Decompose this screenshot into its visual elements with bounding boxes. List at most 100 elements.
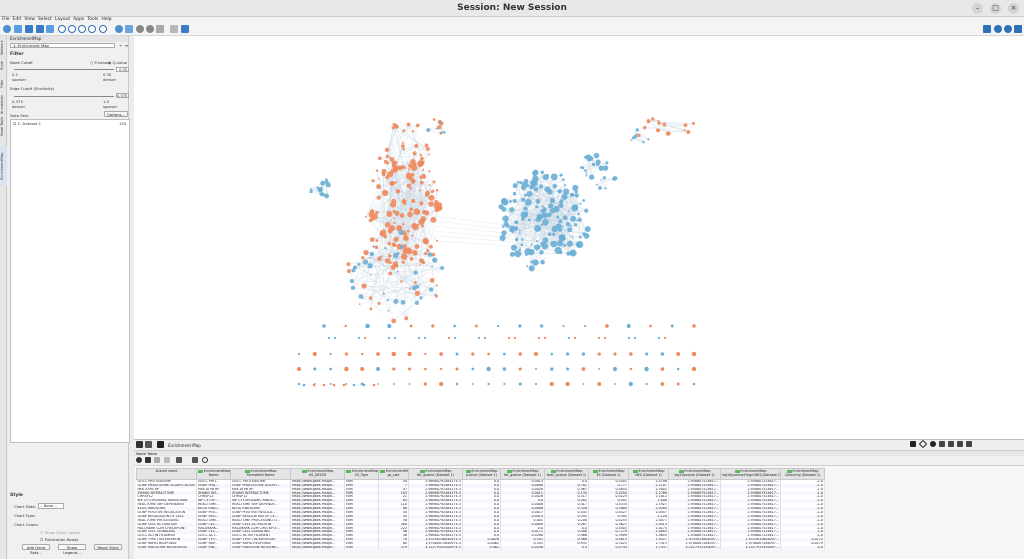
network-node[interactable]	[419, 180, 424, 185]
network-node[interactable]	[393, 123, 398, 128]
network-node[interactable]	[376, 352, 380, 356]
tab-filter[interactable]: Filter	[0, 76, 7, 92]
column-header[interactable]: EnrichmentMap pvalue (Dataset 1)	[462, 468, 501, 480]
network-node[interactable]	[402, 129, 406, 133]
network-node[interactable]	[332, 383, 336, 387]
network-node[interactable]	[324, 193, 330, 199]
network-node[interactable]	[412, 285, 418, 291]
delete-icon[interactable]	[156, 25, 164, 33]
network-node[interactable]	[368, 296, 373, 300]
network-node[interactable]	[559, 199, 564, 204]
network-node[interactable]	[546, 214, 549, 217]
network-node[interactable]	[628, 381, 633, 387]
node-cutoff-field[interactable]: 0.35	[116, 67, 129, 72]
network-node[interactable]	[558, 219, 563, 224]
column-header[interactable]: EnrichmentMap Formatted Name	[230, 468, 291, 480]
network-node[interactable]	[369, 274, 372, 276]
network-node[interactable]	[563, 184, 567, 187]
network-node[interactable]	[418, 189, 421, 192]
table-cell[interactable]: 219	[378, 545, 409, 550]
column-header[interactable]: EnrichmentMap Colouring (Dataset 1)	[780, 468, 825, 480]
network-node[interactable]	[534, 219, 536, 221]
network-node[interactable]	[396, 252, 400, 255]
network-node[interactable]	[521, 197, 526, 202]
table-row[interactable]: GOBP RIBOSOME BIOGENESIS GOBP RIB... GOBP …	[136, 545, 825, 550]
network-node[interactable]	[645, 382, 648, 386]
network-node[interactable]	[549, 207, 556, 214]
network-node[interactable]	[414, 300, 419, 305]
network-node[interactable]	[297, 352, 301, 356]
network-node[interactable]	[581, 367, 586, 371]
network-node[interactable]	[296, 366, 302, 372]
network-node[interactable]	[417, 223, 420, 227]
network-node[interactable]	[512, 191, 517, 196]
network-node[interactable]	[455, 367, 459, 371]
network-node[interactable]	[471, 352, 475, 356]
network-node[interactable]	[496, 324, 500, 328]
table-cell[interactable]: 4.1427932450097...	[720, 545, 781, 550]
network-node[interactable]	[380, 255, 383, 258]
network-node[interactable]	[532, 175, 539, 182]
delete-column-icon[interactable]	[154, 457, 160, 463]
network-edge[interactable]	[393, 289, 432, 322]
network-node[interactable]	[645, 352, 649, 356]
network-node[interactable]	[393, 221, 396, 225]
network-node[interactable]	[377, 256, 382, 262]
zoom-actual-icon[interactable]	[99, 25, 107, 33]
network-node[interactable]	[534, 382, 538, 386]
network-node[interactable]	[440, 367, 443, 371]
network-node[interactable]	[309, 188, 312, 191]
network-node[interactable]	[526, 265, 529, 268]
network-node[interactable]	[525, 253, 528, 257]
network-node[interactable]	[540, 324, 544, 328]
network-node[interactable]	[409, 324, 413, 328]
network-node[interactable]	[540, 223, 544, 227]
network-node[interactable]	[358, 303, 361, 306]
network-node[interactable]	[552, 183, 558, 189]
network-node[interactable]	[539, 250, 544, 255]
diamond-icon[interactable]	[918, 439, 928, 449]
network-node[interactable]	[387, 336, 391, 340]
network-node[interactable]	[418, 218, 425, 226]
network-node[interactable]	[502, 367, 507, 371]
network-node[interactable]	[604, 187, 607, 190]
home-icon[interactable]	[125, 25, 133, 33]
text-icon[interactable]	[966, 441, 972, 447]
network-node[interactable]	[419, 264, 422, 267]
network-node[interactable]	[392, 383, 395, 385]
network-node[interactable]	[333, 336, 337, 340]
network-node[interactable]	[390, 181, 395, 186]
network-node[interactable]	[595, 162, 600, 166]
network-node[interactable]	[417, 211, 420, 215]
network-node[interactable]	[538, 244, 541, 248]
network-node[interactable]	[521, 238, 524, 241]
network-node[interactable]	[412, 151, 417, 156]
network-node[interactable]	[400, 165, 406, 170]
network-node[interactable]	[375, 210, 379, 215]
edges-icon[interactable]	[948, 441, 954, 447]
network-node[interactable]	[597, 336, 601, 340]
table-search-icon[interactable]	[202, 457, 208, 463]
network-node[interactable]	[391, 318, 397, 324]
network-node[interactable]	[530, 260, 534, 264]
network-node[interactable]	[447, 336, 451, 340]
network-node[interactable]	[362, 383, 366, 387]
network-node[interactable]	[558, 234, 564, 240]
network-node[interactable]	[312, 351, 317, 357]
network-node[interactable]	[515, 221, 519, 225]
network-node[interactable]	[503, 382, 506, 386]
network-tab-name[interactable]: Enrichment Map	[168, 443, 201, 448]
network-node[interactable]	[388, 156, 392, 159]
network-node[interactable]	[432, 257, 438, 263]
network-node[interactable]	[436, 202, 443, 208]
network-node[interactable]	[513, 225, 519, 232]
network-node[interactable]	[577, 217, 582, 222]
network-node[interactable]	[361, 352, 364, 356]
network-node[interactable]	[568, 210, 571, 213]
network-node[interactable]	[377, 177, 380, 180]
network-node[interactable]	[349, 278, 354, 284]
network-node[interactable]	[676, 382, 680, 386]
network-node[interactable]	[405, 172, 413, 180]
network-node[interactable]	[570, 192, 575, 197]
network-node[interactable]	[518, 229, 521, 232]
